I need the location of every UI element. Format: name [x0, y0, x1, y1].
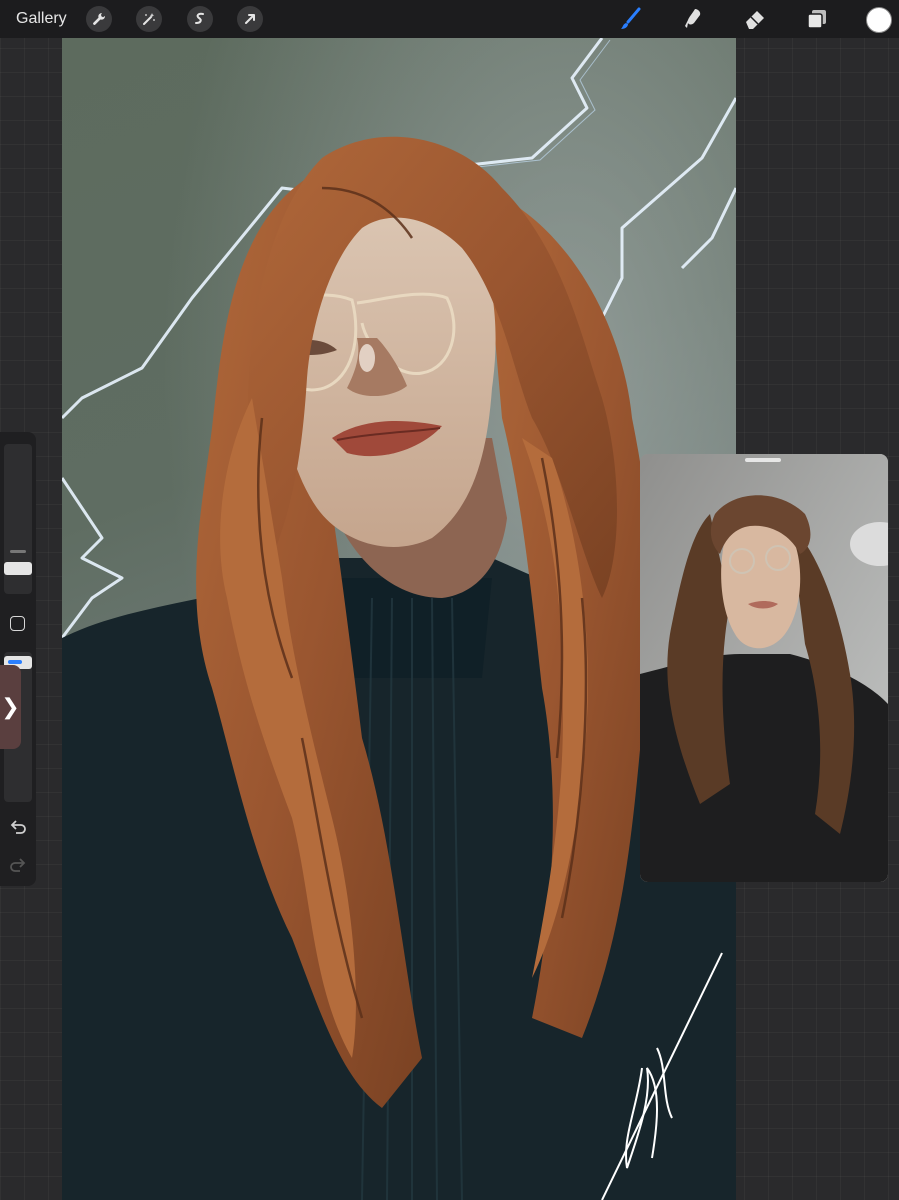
reference-photo	[640, 454, 888, 882]
wrench-icon[interactable]	[86, 6, 112, 32]
transform-arrow-icon[interactable]	[237, 6, 263, 32]
top-toolbar: Gallery	[0, 0, 899, 38]
layers-icon[interactable]	[804, 6, 830, 32]
opacity-accent	[8, 660, 22, 664]
brush-size-indicator	[10, 550, 26, 553]
modify-button[interactable]	[10, 616, 25, 631]
smudge-icon[interactable]	[680, 6, 706, 32]
portrait-artwork	[62, 38, 736, 1200]
undo-icon[interactable]	[9, 818, 27, 836]
selection-icon[interactable]	[187, 6, 213, 32]
brush-size-thumb[interactable]	[4, 562, 32, 575]
reference-image-window[interactable]	[640, 454, 888, 882]
eraser-icon[interactable]	[742, 6, 768, 32]
sidebar-collapse-tab[interactable]: ❯	[0, 665, 21, 749]
gallery-button[interactable]: Gallery	[16, 10, 67, 28]
color-picker-swatch[interactable]	[866, 7, 892, 33]
brush-icon[interactable]	[617, 6, 643, 32]
left-sidebar	[0, 432, 36, 886]
magic-wand-icon[interactable]	[136, 6, 162, 32]
redo-icon[interactable]	[9, 856, 27, 874]
drawing-canvas[interactable]	[62, 38, 736, 1200]
reference-drag-handle[interactable]	[745, 458, 781, 462]
chevron-right-icon: ❯	[1, 694, 20, 719]
